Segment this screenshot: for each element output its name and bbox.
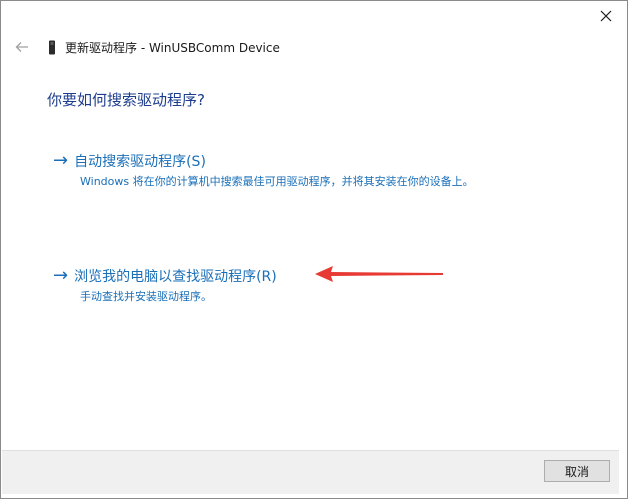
option-title[interactable]: 自动搜索驱动程序(S) bbox=[74, 151, 206, 171]
dialog-footer bbox=[2, 450, 619, 494]
option-description: Windows 将在你的计算机中搜索最佳可用驱动程序，并将其安装在你的设备上。 bbox=[80, 175, 474, 188]
arrow-right-icon: → bbox=[53, 265, 69, 286]
option-description: 手动查找并安装驱动程序。 bbox=[80, 290, 212, 303]
back-button[interactable] bbox=[11, 36, 33, 58]
window-title: 更新驱动程序 - WinUSBComm Device bbox=[65, 40, 280, 55]
cancel-button[interactable]: 取消 bbox=[544, 460, 610, 482]
red-annotation-arrow bbox=[313, 263, 445, 289]
close-icon bbox=[600, 10, 612, 22]
option-title[interactable]: 浏览我的电脑以查找驱动程序(R) bbox=[74, 266, 277, 286]
arrow-right-icon: → bbox=[53, 150, 69, 171]
back-arrow-icon bbox=[15, 38, 29, 57]
close-button[interactable] bbox=[589, 1, 623, 31]
page-heading: 你要如何搜索驱动程序? bbox=[47, 91, 205, 109]
window-titlebar: 更新驱动程序 - WinUSBComm Device bbox=[11, 35, 280, 59]
usb-device-icon bbox=[47, 39, 57, 55]
browse-computer-option[interactable]: → 浏览我的电脑以查找驱动程序(R) 手动查找并安装驱动程序。 bbox=[53, 266, 277, 304]
update-driver-window: 更新驱动程序 - WinUSBComm Device 你要如何搜索驱动程序? →… bbox=[0, 0, 628, 499]
auto-search-option[interactable]: → 自动搜索驱动程序(S) Windows 将在你的计算机中搜索最佳可用驱动程序… bbox=[53, 151, 474, 189]
